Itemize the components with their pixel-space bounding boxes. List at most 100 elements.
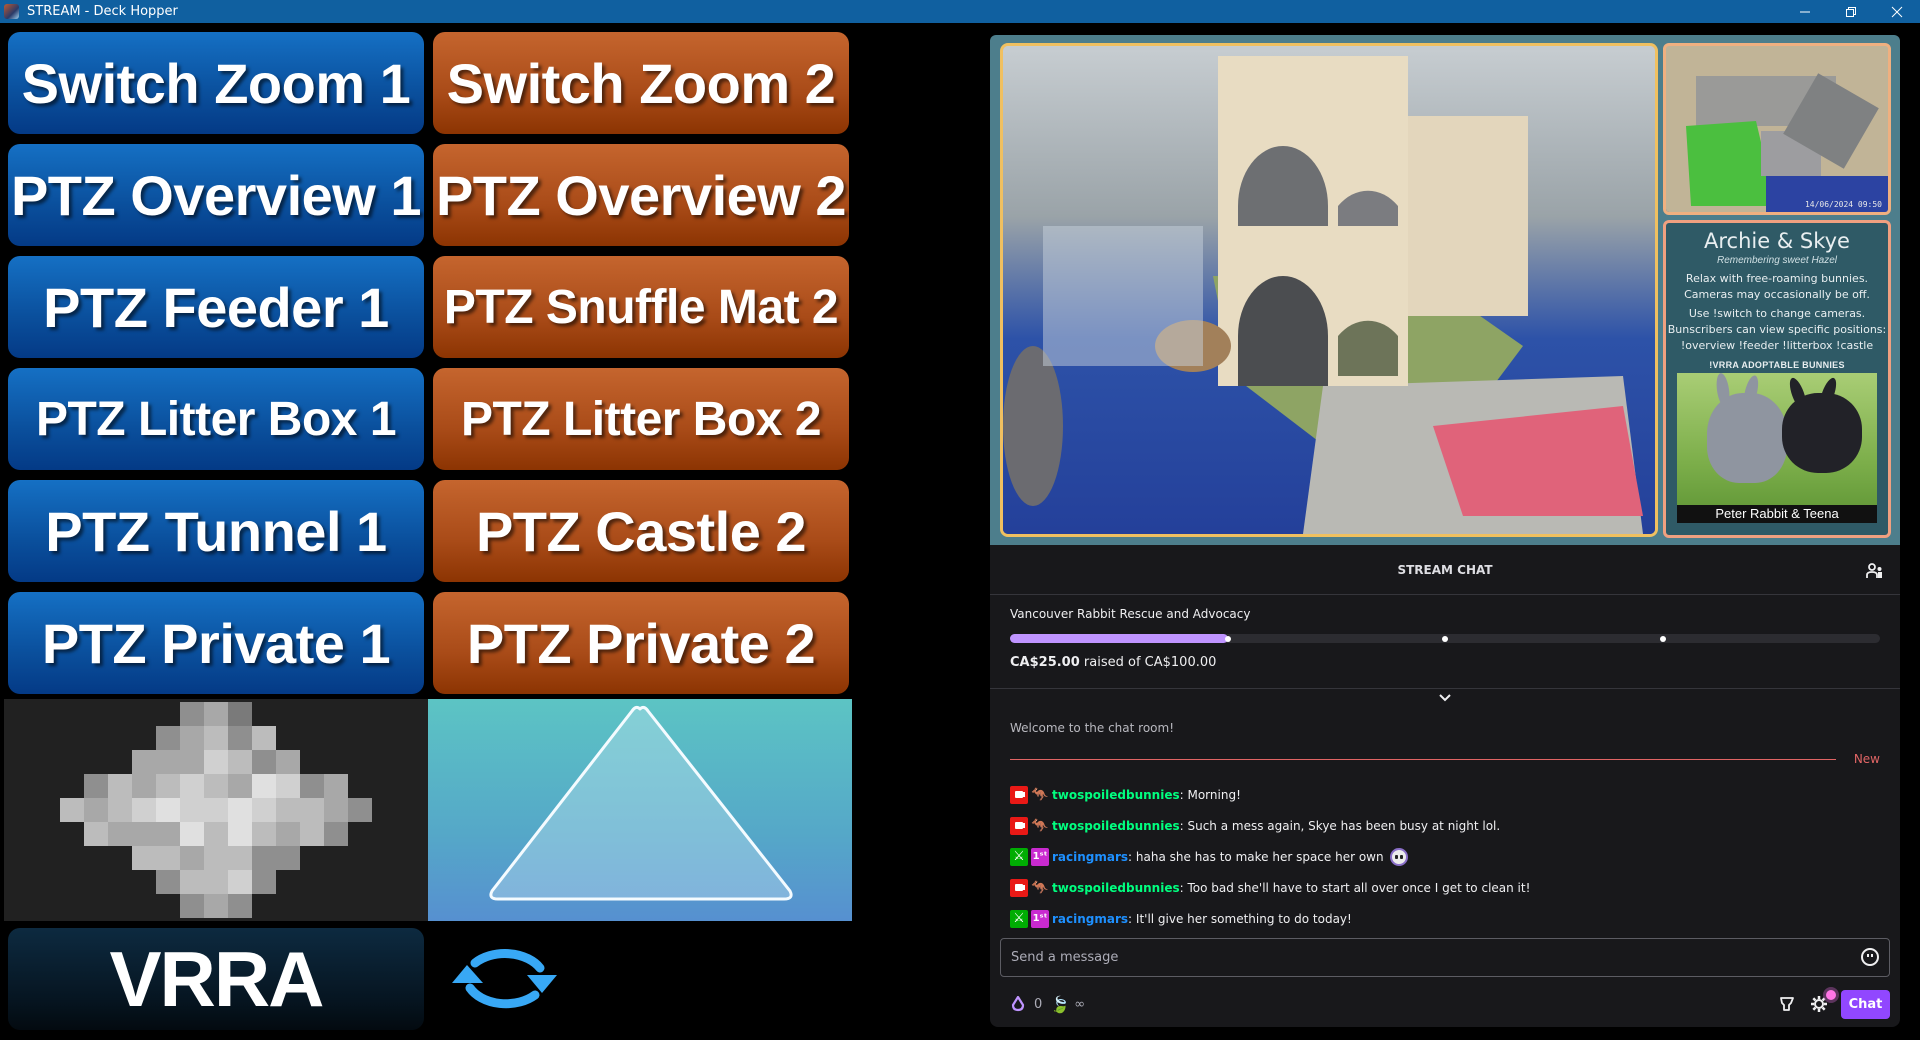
pixel-cell (252, 726, 276, 750)
restore-button[interactable] (1828, 0, 1874, 23)
ptz-litter-box-1-button[interactable]: PTZ Litter Box 1 (8, 368, 424, 470)
moderator-badge-icon[interactable]: ⚔ (1010, 847, 1028, 866)
pixel-cell (180, 702, 204, 726)
notification-dot (1826, 990, 1836, 1000)
pixel-cell (156, 798, 180, 822)
broadcaster-badge-icon[interactable] (1010, 878, 1028, 897)
refresh-icon (452, 949, 557, 1009)
chat-text: : haha she has to make her space her own (1128, 849, 1384, 864)
pixel-cell (180, 726, 204, 750)
overlay-line: !overview !feeder !litterbox !castle (1680, 339, 1874, 352)
overlay-subtitle: Remembering sweet Hazel (1716, 255, 1838, 266)
first-badge-icon[interactable]: 1ˢᵗ (1031, 847, 1049, 866)
pixel-cell (300, 822, 324, 846)
subscriber-badge-icon[interactable]: 🦘 (1031, 879, 1049, 897)
chat-message: 🦘 twospoiledbunnies : Such a mess again,… (1010, 810, 1900, 841)
close-icon (1891, 6, 1903, 17)
cart-icon (1780, 997, 1794, 1011)
ptz-feeder-1-button[interactable]: PTZ Feeder 1 (8, 256, 424, 358)
minimize-button[interactable] (1782, 0, 1828, 23)
chat-message: 🦘 twospoiledbunnies : Too bad she'll hav… (1010, 872, 1900, 903)
pixel-cell (84, 822, 108, 846)
pixelate-tile[interactable] (4, 699, 428, 921)
pixel-cell (204, 726, 228, 750)
pixel-cell (204, 870, 228, 894)
main-camera-view (1000, 43, 1658, 537)
camera-timestamp: 14/06/2024 09:50 (1804, 200, 1882, 209)
chat-messages: 🦘 twospoiledbunnies : Morning! 🦘 twospoi… (990, 779, 1900, 934)
pixel-cell (252, 870, 276, 894)
points-extra: ∞ (1074, 996, 1086, 1012)
pixel-cell (276, 750, 300, 774)
restore-icon (1846, 6, 1856, 17)
chat-username[interactable]: racingmars (1052, 912, 1128, 926)
adoptable-caption: Peter Rabbit & Teena (1677, 505, 1877, 523)
chat-username[interactable]: twospoiledbunnies (1052, 819, 1180, 833)
subscriber-badge-icon[interactable]: 🦘 (1031, 786, 1049, 804)
pixel-cell (204, 750, 228, 774)
community-button[interactable] (1866, 562, 1884, 580)
first-badge-icon[interactable]: 1ˢᵗ (1031, 909, 1049, 928)
pixel-cell (276, 822, 300, 846)
chat-settings-button[interactable] (1807, 990, 1836, 1016)
chat-text: : Morning! (1179, 787, 1241, 802)
switch-zoom-1-button[interactable]: Switch Zoom 1 (8, 32, 424, 134)
pixel-cell (204, 894, 228, 918)
chat-message: ⚔ 1ˢᵗ racingmars : It'll give her someth… (1010, 903, 1900, 934)
chat-title: STREAM CHAT (1397, 562, 1493, 577)
window-title: STREAM - Deck Hopper (27, 4, 178, 19)
overlay-line: Bunscribers can view specific positions: (1667, 323, 1887, 336)
ptz-private-1-button[interactable]: PTZ Private 1 (8, 592, 424, 694)
chat-username[interactable]: twospoiledbunnies (1052, 788, 1180, 802)
switch-zoom-2-button[interactable]: Switch Zoom 2 (433, 32, 849, 134)
chat-username[interactable]: racingmars (1052, 850, 1128, 864)
subscriber-badge-icon[interactable]: 🦘 (1031, 817, 1049, 835)
broadcaster-badge-icon[interactable] (1010, 785, 1028, 804)
send-chat-button[interactable]: Chat (1841, 989, 1890, 1019)
ptz-overview-1-button[interactable]: PTZ Overview 1 (8, 144, 424, 246)
broadcaster-badge-icon[interactable] (1010, 816, 1028, 835)
triangle-tile[interactable] (428, 699, 852, 921)
channel-points[interactable]: 0 🍃 ∞ (1010, 995, 1085, 1014)
chat-footer: 0 🍃 ∞ Chat (990, 988, 1900, 1020)
goal-milestone-dot (1659, 636, 1666, 642)
pixel-cell (204, 822, 228, 846)
ptz-overview-2-button[interactable]: PTZ Overview 2 (433, 144, 849, 246)
vrra-button[interactable]: VRRA (8, 928, 424, 1030)
goal-progress-fill (1010, 634, 1228, 643)
deck-grid: Switch Zoom 1 Switch Zoom 2 PTZ Overview… (0, 23, 860, 1040)
side-camera-view: 14/06/2024 09:50 (1663, 43, 1891, 215)
hype-button[interactable] (1775, 992, 1799, 1016)
refresh-button[interactable] (445, 933, 565, 1023)
pixelate-diamond-icon (60, 702, 372, 918)
ptz-castle-2-button[interactable]: PTZ Castle 2 (433, 480, 849, 582)
pixel-cell (300, 774, 324, 798)
adoptable-bunnies-photo: Peter Rabbit & Teena (1677, 373, 1877, 523)
collapse-goal-button[interactable] (990, 689, 1900, 707)
chat-text: : Too bad she'll have to start all over … (1179, 880, 1531, 895)
moderator-badge-icon[interactable]: ⚔ (1010, 909, 1028, 928)
ptz-tunnel-1-button[interactable]: PTZ Tunnel 1 (8, 480, 424, 582)
chat-input[interactable]: Send a message (1000, 938, 1890, 977)
users-icon (1866, 563, 1882, 578)
charity-goal: Vancouver Rabbit Rescue and Advocacy CA$… (990, 595, 1900, 689)
pixel-cell (252, 846, 276, 870)
ptz-private-2-button[interactable]: PTZ Private 2 (433, 592, 849, 694)
pixel-cell (156, 750, 180, 774)
close-button[interactable] (1874, 0, 1920, 23)
chat-message: 🦘 twospoiledbunnies : Morning! (1010, 779, 1900, 810)
chat-text: : Such a mess again, Skye has been busy … (1179, 818, 1501, 833)
stream-chat-panel: STREAM CHAT Vancouver Rabbit Rescue and … (990, 545, 1900, 1027)
goal-progress-bar (1010, 634, 1880, 643)
pixel-cell (180, 846, 204, 870)
pixel-cell (132, 846, 156, 870)
pixel-cell (180, 774, 204, 798)
gear-icon (1811, 996, 1827, 1012)
emote-picker-icon[interactable] (1861, 948, 1879, 966)
pixel-cell (180, 798, 204, 822)
pixel-cell (228, 798, 252, 822)
ptz-litter-box-2-button[interactable]: PTZ Litter Box 2 (433, 368, 849, 470)
pixel-cell (204, 846, 228, 870)
ptz-snuffle-mat-2-button[interactable]: PTZ Snuffle Mat 2 (433, 256, 849, 358)
chat-username[interactable]: twospoiledbunnies (1052, 881, 1180, 895)
